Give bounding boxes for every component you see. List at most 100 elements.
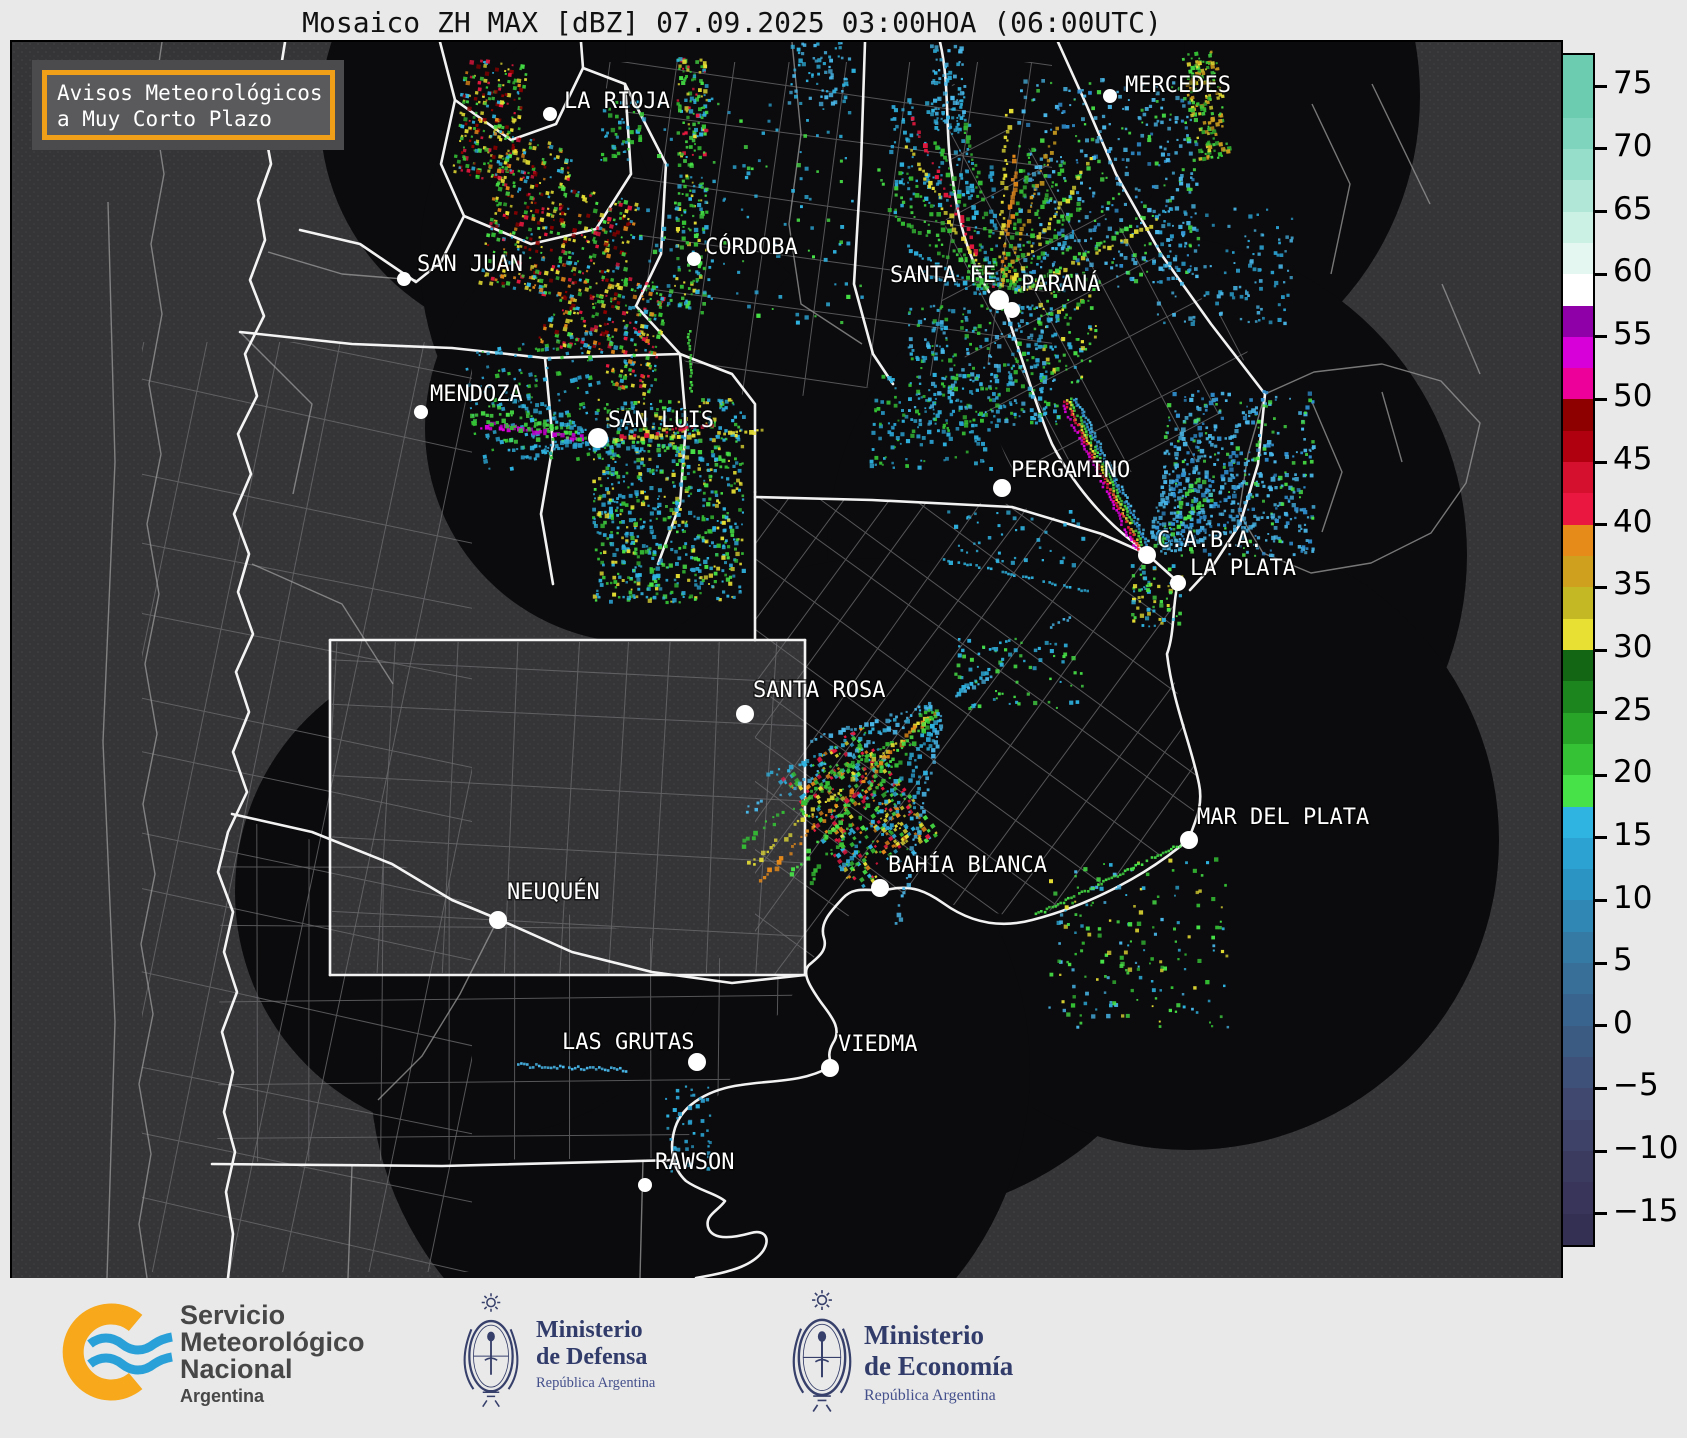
colorbar-tick (1595, 585, 1607, 589)
colorbar-tick-label: 35 (1613, 566, 1653, 603)
city-label: MENDOZA (430, 382, 523, 407)
city-label: PARANÁ (1021, 271, 1100, 297)
colorbar-tick-label: 5 (1613, 942, 1633, 979)
economia-line-1: Ministerio (864, 1320, 984, 1350)
colorbar-strip (1563, 55, 1593, 1245)
colorbar-tick (1595, 836, 1607, 840)
city-label: SANTA ROSA (753, 678, 885, 703)
colorbar-tick-label: −15 (1613, 1192, 1679, 1229)
colorbar-tick (1595, 648, 1607, 652)
city-label: SANTA FE (890, 263, 996, 288)
city-label: MAR DEL PLATA (1197, 805, 1369, 830)
colorbar-tick-label: 15 (1613, 816, 1653, 853)
city-marker (397, 272, 411, 286)
city-marker (1180, 831, 1198, 849)
city-label: PERGAMINO (1011, 458, 1130, 483)
colorbar-tick (1595, 523, 1607, 527)
colorbar-tick-label: 50 (1613, 378, 1653, 415)
colorbar-tick (1595, 84, 1607, 88)
city-marker (821, 1059, 839, 1077)
colorbar-tick (1595, 1024, 1607, 1028)
city-label: LA RIOJA (564, 89, 670, 114)
warning-line-1: Avisos Meteorológicos (57, 81, 323, 105)
defensa-line-3: República Argentina (536, 1375, 656, 1391)
colorbar-tick (1595, 961, 1607, 965)
city-marker (688, 1053, 706, 1071)
city-label: VIEDMA (838, 1032, 917, 1057)
colorbar-tick (1595, 460, 1607, 464)
footer-logos: Servicio Meteorológico Nacional Argentin… (0, 1278, 1687, 1438)
city-marker (588, 428, 608, 448)
colorbar-tick (1595, 773, 1607, 777)
colorbar-tick-label: 40 (1613, 503, 1653, 540)
city-marker (414, 405, 428, 419)
city-marker (543, 107, 557, 121)
colorbar-tick-label: −5 (1613, 1067, 1659, 1104)
colorbar-tick-label: 75 (1613, 65, 1653, 102)
radar-coverage-circles (235, 42, 1499, 1278)
city-label: LA PLATA (1190, 556, 1296, 581)
smn-logo-icon (62, 1303, 173, 1401)
colorbar-tick (1595, 210, 1607, 214)
city-label: MERCEDES (1125, 73, 1231, 98)
map-frame: LA RIOJA MERCEDES SAN JUAN CÓRDOBA SANTA FE P… (10, 40, 1563, 1280)
colorbar-tick (1595, 272, 1607, 276)
colorbar-tick (1595, 335, 1607, 339)
city-label: CÓRDOBA (705, 234, 798, 260)
city-marker (489, 911, 507, 929)
colorbar-tick-label: 55 (1613, 315, 1653, 352)
city-label: SAN JUAN (417, 252, 523, 277)
smn-line-1: Servicio (180, 1300, 286, 1330)
city-marker (1170, 575, 1186, 591)
city-label: NEUQUÉN (507, 879, 600, 905)
colorbar-tick (1595, 1086, 1607, 1090)
economia-line-3: República Argentina (864, 1387, 996, 1404)
defensa-line-1: Ministerio (536, 1317, 643, 1343)
colorbar-tick (1595, 1212, 1607, 1216)
economia-line-2: de Economía (864, 1351, 1014, 1381)
page-title: Mosaico ZH MAX [dBZ] 07.09.2025 03:00HOA… (302, 6, 1162, 39)
colorbar (1561, 53, 1595, 1247)
colorbar-tick (1595, 397, 1607, 401)
warning-box: Avisos Meteorológicos a Muy Corto Plazo (42, 70, 335, 140)
colorbar-tick-label: 20 (1613, 754, 1653, 791)
smn-logo-text: Servicio Meteorológico Nacional Argentin… (180, 1302, 365, 1407)
radar-mosaic-page: Mosaico ZH MAX [dBZ] 07.09.2025 03:00HOA… (0, 0, 1687, 1438)
colorbar-tick-label: 30 (1613, 629, 1653, 665)
city-marker (687, 252, 701, 266)
colorbar-tick (1595, 711, 1607, 715)
city-marker (1004, 302, 1020, 318)
colorbar-tick-label: 60 (1613, 253, 1653, 290)
city-marker (1138, 546, 1156, 564)
ministry-economy-text: Ministerio de Economía República Argenti… (864, 1320, 1013, 1405)
colorbar-tick-label: −10 (1613, 1130, 1679, 1167)
defense-coat-of-arms-icon (458, 1291, 524, 1413)
defensa-line-2: de Defensa (536, 1344, 648, 1370)
warning-line-2: a Muy Corto Plazo (57, 107, 272, 131)
colorbar-tick-label: 10 (1613, 879, 1653, 916)
colorbar-tick (1595, 147, 1607, 151)
colorbar-tick (1595, 899, 1607, 903)
city-label: C.A.B.A. (1157, 528, 1263, 553)
city-marker (736, 705, 754, 723)
smn-line-3: Nacional (180, 1354, 293, 1384)
city-marker (1103, 89, 1117, 103)
city-label: LAS GRUTAS (562, 1030, 694, 1055)
city-marker (871, 879, 889, 897)
city-label: SAN LUIS (608, 408, 714, 433)
ministry-defense-text: Ministerio de Defensa República Argentin… (536, 1317, 655, 1392)
radar-map: LA RIOJA MERCEDES SAN JUAN CÓRDOBA SANTA FE P… (12, 42, 1561, 1278)
colorbar-tick-label: 45 (1613, 441, 1653, 478)
smn-line-2: Meteorológico (180, 1327, 365, 1357)
city-label: BAHÍA BLANCA (888, 852, 1047, 878)
city-marker (638, 1178, 652, 1192)
city-label: RAWSON (655, 1150, 734, 1175)
colorbar-tick-label: 70 (1613, 127, 1653, 164)
smn-line-4: Argentina (180, 1386, 265, 1406)
colorbar-tick-label: 0 (1613, 1004, 1633, 1041)
colorbar-tick (1595, 1149, 1607, 1153)
economy-coat-of-arms-icon (786, 1289, 858, 1417)
city-marker (993, 479, 1011, 497)
colorbar-tick-label: 25 (1613, 691, 1653, 728)
colorbar-tick-label: 65 (1613, 190, 1653, 227)
